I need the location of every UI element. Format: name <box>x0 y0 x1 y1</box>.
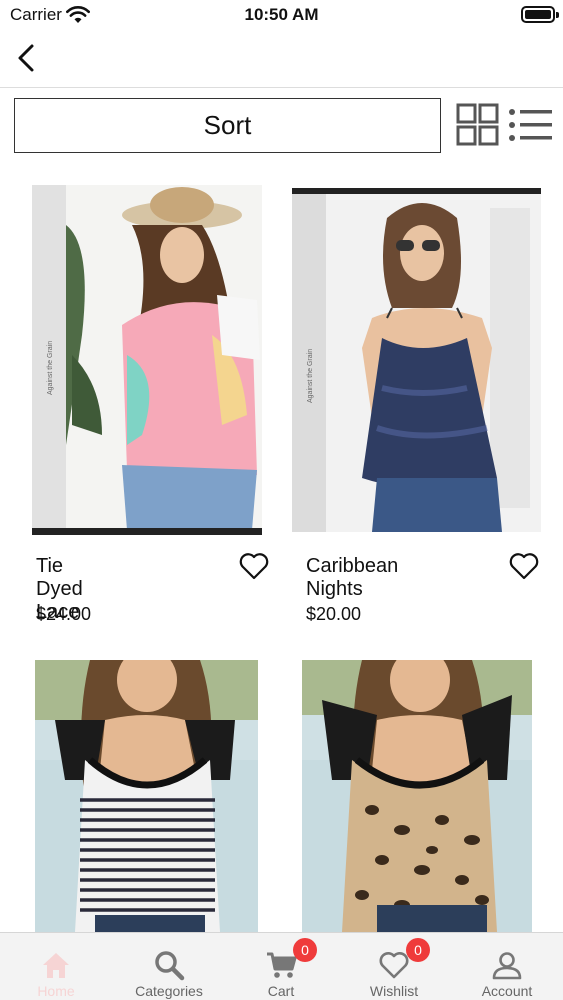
product-price: $24.00 <box>36 604 92 624</box>
wishlist-heart-icon[interactable] <box>508 551 540 581</box>
tab-home[interactable]: Home <box>0 933 112 1000</box>
sort-label: Sort <box>203 110 252 140</box>
sort-button[interactable]: Sort <box>14 98 441 153</box>
tab-categories[interactable]: Categories <box>113 933 225 1000</box>
tab-label: Cart <box>267 983 295 999</box>
tab-account[interactable]: Account <box>451 933 563 1000</box>
tab-label: Account <box>481 983 533 999</box>
status-time: 10:50 AM <box>244 5 319 24</box>
tab-wishlist[interactable]: 0 Wishlist <box>338 933 450 1000</box>
grid-view-icon[interactable] <box>456 103 500 147</box>
search-icon <box>155 951 185 981</box>
tab-label: Categories <box>135 983 203 999</box>
status-bar: Carrier 10:50 AM <box>0 0 563 30</box>
image-caption: Against the Grain <box>307 349 314 403</box>
product-name[interactable]: Caribbean Nights <box>306 555 398 601</box>
tab-label: Home <box>37 983 75 999</box>
battery-icon <box>521 6 559 23</box>
list-view-icon[interactable] <box>508 103 554 147</box>
wishlist-heart-icon[interactable] <box>238 551 270 581</box>
heart-icon <box>379 952 409 979</box>
image-caption: Against the Grain <box>47 341 54 395</box>
tab-cart[interactable]: 0 Cart <box>225 933 337 1000</box>
cart-icon <box>267 952 297 978</box>
nav-bar <box>0 30 563 88</box>
product-image[interactable]: Against the Grain <box>292 188 541 532</box>
home-icon <box>43 953 69 978</box>
account-icon <box>492 952 522 980</box>
product-image[interactable] <box>302 660 532 932</box>
tab-label: Wishlist <box>369 983 419 999</box>
wishlist-badge: 0 <box>406 938 430 962</box>
tab-bar: Home Categories 0 Cart 0 Wishlist Accoun… <box>0 932 563 1000</box>
cart-badge: 0 <box>293 938 317 962</box>
back-icon[interactable] <box>10 40 46 76</box>
product-price: $20.00 <box>306 604 362 624</box>
product-image[interactable] <box>35 660 258 932</box>
product-image[interactable]: Against the Grain <box>32 185 262 535</box>
